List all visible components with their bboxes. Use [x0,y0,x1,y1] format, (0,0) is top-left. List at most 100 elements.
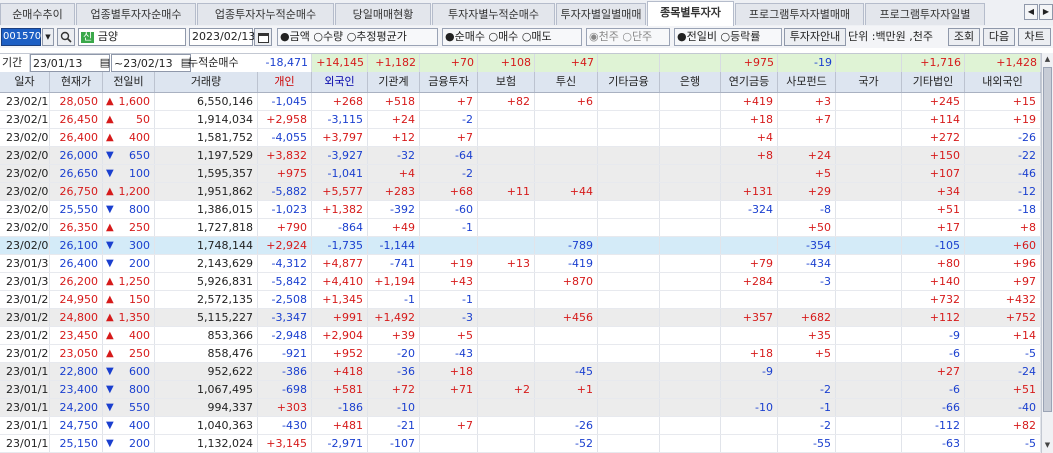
tab-4[interactable]: 투자자별누적순매수 [432,3,555,25]
table-row[interactable]: 23/02/1328,050▲1,6006,550,146-1,045+268+… [0,93,1041,111]
col-header-12[interactable]: 연기금등 [721,72,778,92]
tab-scroll-right-icon[interactable]: ▶ [1039,4,1053,20]
chart-button[interactable]: 차트 [1018,28,1051,46]
tab-1[interactable]: 업종별투자자순매수 [76,3,196,25]
trade-type-radio[interactable]: ●순매수 ○매수 ○매도 [442,28,582,46]
table-row[interactable]: 23/02/0126,100▼3001,748,144+2,924-1,735-… [0,237,1041,255]
tab-8[interactable]: 프로그램투자자일별 [865,3,985,25]
table-row[interactable]: 23/02/0926,400▲4001,581,752-4,055+3,797+… [0,129,1041,147]
tab-2[interactable]: 업종투자자누적순매수 [197,3,334,25]
radio-net-buy[interactable]: ●순매수 [445,30,485,43]
calendar-icon[interactable] [254,28,272,46]
radio-single-shares[interactable]: ○단주 [622,30,652,43]
radio-prev-day[interactable]: ●전일비 [677,30,717,43]
col-header-10[interactable]: 기타금융 [598,72,660,92]
down-triangle-icon: ▼ [106,168,114,179]
cell-11: +27 [902,363,965,380]
col-header-8[interactable]: 보험 [478,72,535,92]
compare-radio[interactable]: ●전일비 ○등락률 [674,28,782,46]
table-row[interactable]: 23/01/3026,200▲ 1,250 5,926,831-5,842+4,41… [0,273,1041,291]
radio-change-rate[interactable]: ○등락률 [720,30,760,43]
cell-12: +51 [965,381,1041,398]
col-header-1[interactable]: 현재가 [50,72,103,92]
table-row[interactable]: 23/02/0226,350▲ 250 1,727,818+790-864+49-1… [0,219,1041,237]
radio-sell[interactable]: ○매도 [522,30,552,43]
table-row[interactable]: 23/01/2624,800▲1,3505,115,227-3,347+991+… [0,309,1041,327]
table-row[interactable]: 23/01/2724,950▲1502,572,135-2,508+1,345-… [0,291,1041,309]
col-header-5[interactable]: 외국인 [312,72,368,92]
col-header-16[interactable]: 내외국인 [965,72,1041,92]
tab-5[interactable]: 투자자별일별매매 [556,3,646,25]
next-button[interactable]: 다음 [983,28,1015,46]
cell-9: +5 [778,345,836,362]
query-button[interactable]: 조회 [948,28,980,46]
scroll-up-icon[interactable]: ▲ [1042,53,1053,66]
table-row[interactable]: 23/02/0325,550▼8001,386,015-1,023+1,382-… [0,201,1041,219]
investor-info-button[interactable]: 투자자안내 [784,28,846,46]
amount-type-radio[interactable]: ●금액 ○수량 ○추정평균가 [277,28,438,46]
date-input[interactable]: 2023/02/13 [189,28,255,46]
stock-code-input[interactable]: 001570 [1,28,41,46]
col-header-14[interactable]: 국가 [836,72,902,92]
tab-7[interactable]: 프로그램투자자별매매 [735,3,864,25]
col-header-11[interactable]: 은행 [660,72,721,92]
period-from-input[interactable]: 23/01/13 [30,54,110,72]
share-unit-radio[interactable]: ◉천주 ○단주 [586,28,670,46]
col-header-6[interactable]: 기관계 [368,72,420,92]
radio-thousand-shares[interactable]: ◉천주 [589,30,619,43]
period-from-calendar-icon[interactable]: ▤ [99,54,111,72]
table-row[interactable]: 23/01/2523,450▲ 400 853,366-2,948+2,904+39… [0,327,1041,345]
table-row[interactable]: 23/01/1823,400▼ 800 1,067,495-698+581+72+7… [0,381,1041,399]
radio-estimated-avg[interactable]: ○추정평균가 [347,30,407,43]
up-triangle-icon: ▲ [106,132,114,143]
vertical-scrollbar[interactable]: ▲ ▼ [1041,53,1053,453]
cell-12: -24 [965,363,1041,380]
cell-volume: 1,040,363 [155,417,258,434]
table-row[interactable]: 23/01/1624,750▼ 400 1,040,363-430+481-21+7… [0,417,1041,435]
col-header-3[interactable]: 거래량 [155,72,258,92]
tab-0[interactable]: 순매수추이 [0,3,75,25]
table-row[interactable]: 23/01/1922,800▼ 600 952,622-386+418-36+18 -… [0,363,1041,381]
scroll-thumb[interactable] [1043,67,1052,412]
table-row[interactable]: 23/02/0726,650▼1001,595,357+975-1,041+4-… [0,165,1041,183]
tab-scroll-left-icon[interactable]: ◀ [1024,4,1038,20]
col-header-7[interactable]: 금융투자 [420,72,478,92]
search-icon[interactable] [57,28,75,46]
radio-amount[interactable]: ●금액 [280,30,310,43]
col-header-2[interactable]: 전일비 [103,72,155,92]
code-dropdown-icon[interactable]: ▼ [42,28,54,46]
cell-2: -21 [368,417,420,434]
cell-6 [598,363,660,380]
tab-6[interactable]: 종목별투자자 [647,1,734,26]
cell-change-value: 250 [129,221,150,234]
table-row[interactable]: 23/01/1325,150▼2001,132,024+3,145-2,971-… [0,435,1041,453]
cumulative-value-5: +14,145 [312,54,368,72]
radio-quantity[interactable]: ○수량 [313,30,343,43]
cell-volume: 1,386,015 [155,201,258,218]
col-header-0[interactable]: 일자 [0,72,50,92]
table-row[interactable]: 23/02/0626,750▲ 1,200 1,951,862-5,882+5,57… [0,183,1041,201]
col-header-15[interactable]: 기타법인 [902,72,965,92]
table-row[interactable]: 23/01/3126,400▼2002,143,629-4,312+4,877-… [0,255,1041,273]
cell-3: +19 [420,255,478,272]
table-row[interactable]: 23/01/2023,050▲ 250 858,476-921+952-20-43 +… [0,345,1041,363]
cell-8: +284 [721,273,778,290]
tab-3[interactable]: 당일매매현황 [335,3,431,25]
cell-9: +3 [778,93,836,110]
stock-name-field[interactable]: 신 금양 [78,28,186,46]
cell-change-value: 400 [129,329,150,342]
period-to-input[interactable]: ~23/02/13 [111,54,191,72]
cell-6 [598,129,660,146]
cell-11: +80 [902,255,965,272]
scroll-down-icon[interactable]: ▼ [1042,439,1053,452]
table-row[interactable]: 23/01/1724,200▼550994,337+303-186-10-10-… [0,399,1041,417]
col-header-4[interactable]: 개인 [258,72,312,92]
cell-11: +245 [902,93,965,110]
radio-buy[interactable]: ○매수 [488,30,518,43]
cell-change: ▼ 200 [103,435,155,452]
col-header-9[interactable]: 투신 [535,72,598,92]
table-row[interactable]: 23/02/0826,000▼6501,197,529+3,832-3,927-… [0,147,1041,165]
table-row[interactable]: 23/02/1026,450▲ 50 1,914,034+2,958-3,115+2… [0,111,1041,129]
col-header-13[interactable]: 사모펀드 [778,72,836,92]
cell-volume: 1,748,144 [155,237,258,254]
